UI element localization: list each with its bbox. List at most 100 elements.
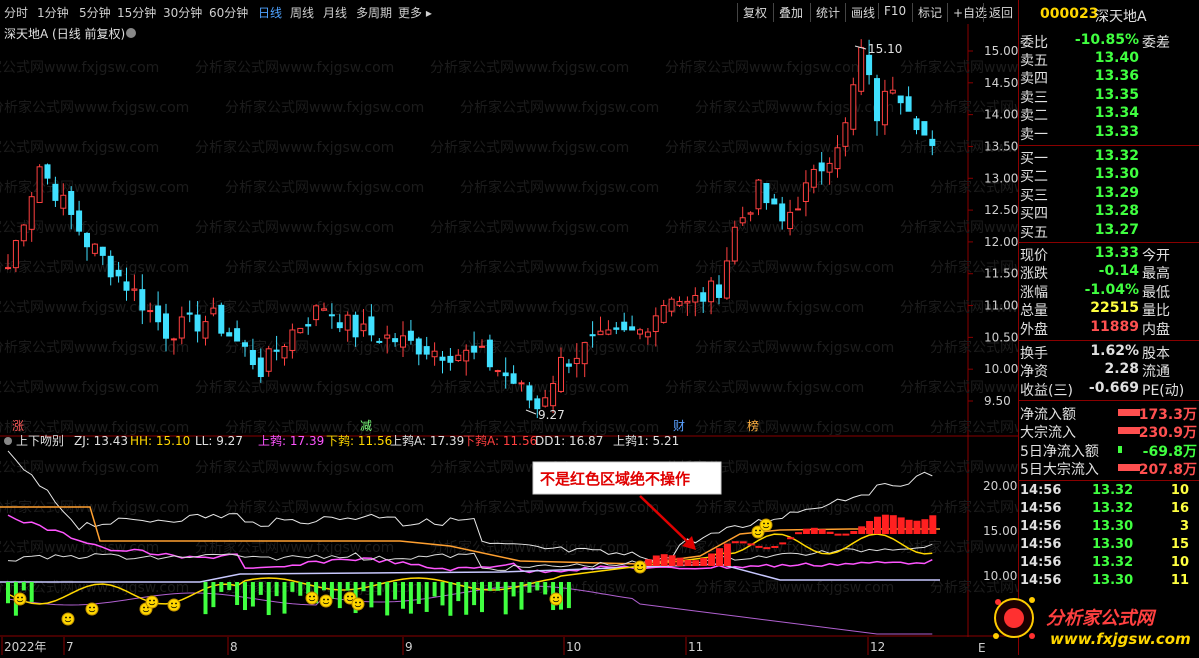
tick-volume: 10 [1170,483,1189,498]
period-tab[interactable]: 30分钟 [163,4,202,21]
toolbar-action-button[interactable]: 统计 [810,3,845,22]
hist-bar-green [495,582,500,591]
axis-scale-button[interactable]: E [978,641,986,655]
bid-row: 买一 13.32 [1020,148,1199,167]
candle-body [573,357,580,365]
price-axis-label: 9.50 [984,394,1011,408]
toolbar-action-button[interactable]: 标记 [912,3,947,22]
candle-body [423,346,430,355]
logo-url: www.fxjgsw.com [1050,630,1191,648]
watermark-text: 分析家公式网www.fxjgsw.com [460,259,659,276]
hist-bar-red [818,529,826,534]
candle-body [581,342,588,365]
candle-body [897,95,904,104]
hist-bar-red [889,515,897,534]
quote-label: 卖一 [1020,126,1048,143]
period-tab[interactable]: 1分钟 [37,4,69,21]
candle-body [415,338,422,355]
watermark-text: 分析家公式网www.fxjgsw.com [665,219,864,236]
chart-area[interactable]: 分析家公式网www.fxjgsw.com 分析家公式网www.fxjgsw.com… [0,24,1018,655]
event-marker[interactable]: 榜 [747,418,759,433]
period-tab[interactable]: 分时 [4,4,28,21]
hist-bar-red [842,533,850,536]
watermark-text: 分析家公式网www.fxjgsw.com [0,99,189,116]
hist-bar-red [905,519,913,534]
period-tab[interactable]: 月线 [323,4,347,21]
candle-body [929,138,936,146]
hist-bar-red [850,530,858,534]
bid-row: 买三 13.29 [1020,185,1199,204]
ask-row: 卖一 13.33 [1020,124,1199,143]
quote-value: 2.28 [1104,361,1139,378]
stat-row: 总量 22515 量比 [1020,300,1199,319]
watermark-text: 分析家公式网www.fxjgsw.com [665,59,864,76]
hist-bar-red [874,516,881,534]
fund-flow-row: 大宗流入 230.9万 [1020,422,1199,441]
hist-bar-red [731,541,739,544]
candle-body [471,345,478,353]
hist-bar-red [692,560,700,566]
event-marker[interactable]: 涨 [12,418,24,433]
candle-body [644,331,651,338]
date-axis-label: 2022年 [4,640,47,654]
watermark-text: 分析家公式网www.fxjgsw.com [225,259,424,276]
candle-body [376,340,383,343]
period-tab[interactable]: 60分钟 [209,4,248,21]
event-marker[interactable]: 财 [673,419,685,433]
watermark-text: 分析家公式网www.fxjgsw.com [195,219,394,236]
smiley-icon [351,597,365,611]
tick-price: 13.32 [1092,483,1134,498]
watermark-text: 分析家公式网www.fxjgsw.com [930,419,1018,436]
toolbar-action-button[interactable]: F10 [878,3,911,19]
period-tab[interactable]: 多周期 [356,4,392,21]
hist-bar-red [897,517,905,534]
toolbar-action-button[interactable]: 返回 [983,3,1018,22]
watermark-text: 分析家公式网www.fxjgsw.com [930,499,1018,516]
hist-bar-red [787,537,795,540]
smiley-icon [13,592,27,606]
quote-value: 13.30 [1094,166,1139,183]
hist-bar-red [771,545,779,548]
period-tab[interactable]: 周线 [290,4,314,21]
candle-body [123,281,130,291]
toolbar-action-button[interactable]: 叠加 [773,3,808,22]
watermark-text: 分析家公式网www.fxjgsw.com [0,339,189,356]
candle-body [400,335,406,348]
smiley-icon [85,602,99,616]
smiley-icon [319,594,333,608]
toolbar-action-button[interactable]: 画线 [845,3,880,22]
indicator-settings-icon[interactable] [4,437,12,445]
price-axis-label: 14.00 [984,108,1018,122]
candle-body [802,182,809,202]
hist-bar-green [211,582,216,608]
candle-body [257,357,264,378]
period-tab[interactable]: 15分钟 [117,4,156,21]
chart-settings-icon[interactable] [126,28,136,38]
event-marker[interactable]: 减 [360,419,372,433]
candle-body [826,162,833,173]
hist-bar-red [810,527,818,534]
candle-body [455,354,462,362]
flow-bar [1118,445,1122,453]
date-axis-label: 7 [66,640,74,654]
watermark-text: 分析家公式网www.fxjgsw.com [695,499,894,516]
quote-label: 卖三 [1020,89,1048,106]
flow-value: 207.8万 [1138,462,1197,479]
stock-name: 深天地A [1095,9,1147,25]
hist-bar-green [266,582,271,616]
candle-body [795,208,801,211]
period-tab[interactable]: 更多 ▸ [398,4,432,21]
quote-label: 卖四 [1020,71,1048,88]
period-tab[interactable]: 5分钟 [79,4,111,21]
toolbar-action-button[interactable]: 复权 [737,3,772,22]
candle-body [297,327,304,334]
watermark-text: 分析家公式网www.fxjgsw.com [0,179,189,196]
candle-body [352,314,359,338]
candle-body [810,168,817,188]
period-tab[interactable]: 日线 [258,4,282,21]
quote-label: 买一 [1020,151,1048,167]
price-axis-label: 15.00 [984,44,1018,58]
quote-value: 13.33 [1094,245,1139,261]
candle-body [99,246,106,256]
candle-body [486,339,493,368]
